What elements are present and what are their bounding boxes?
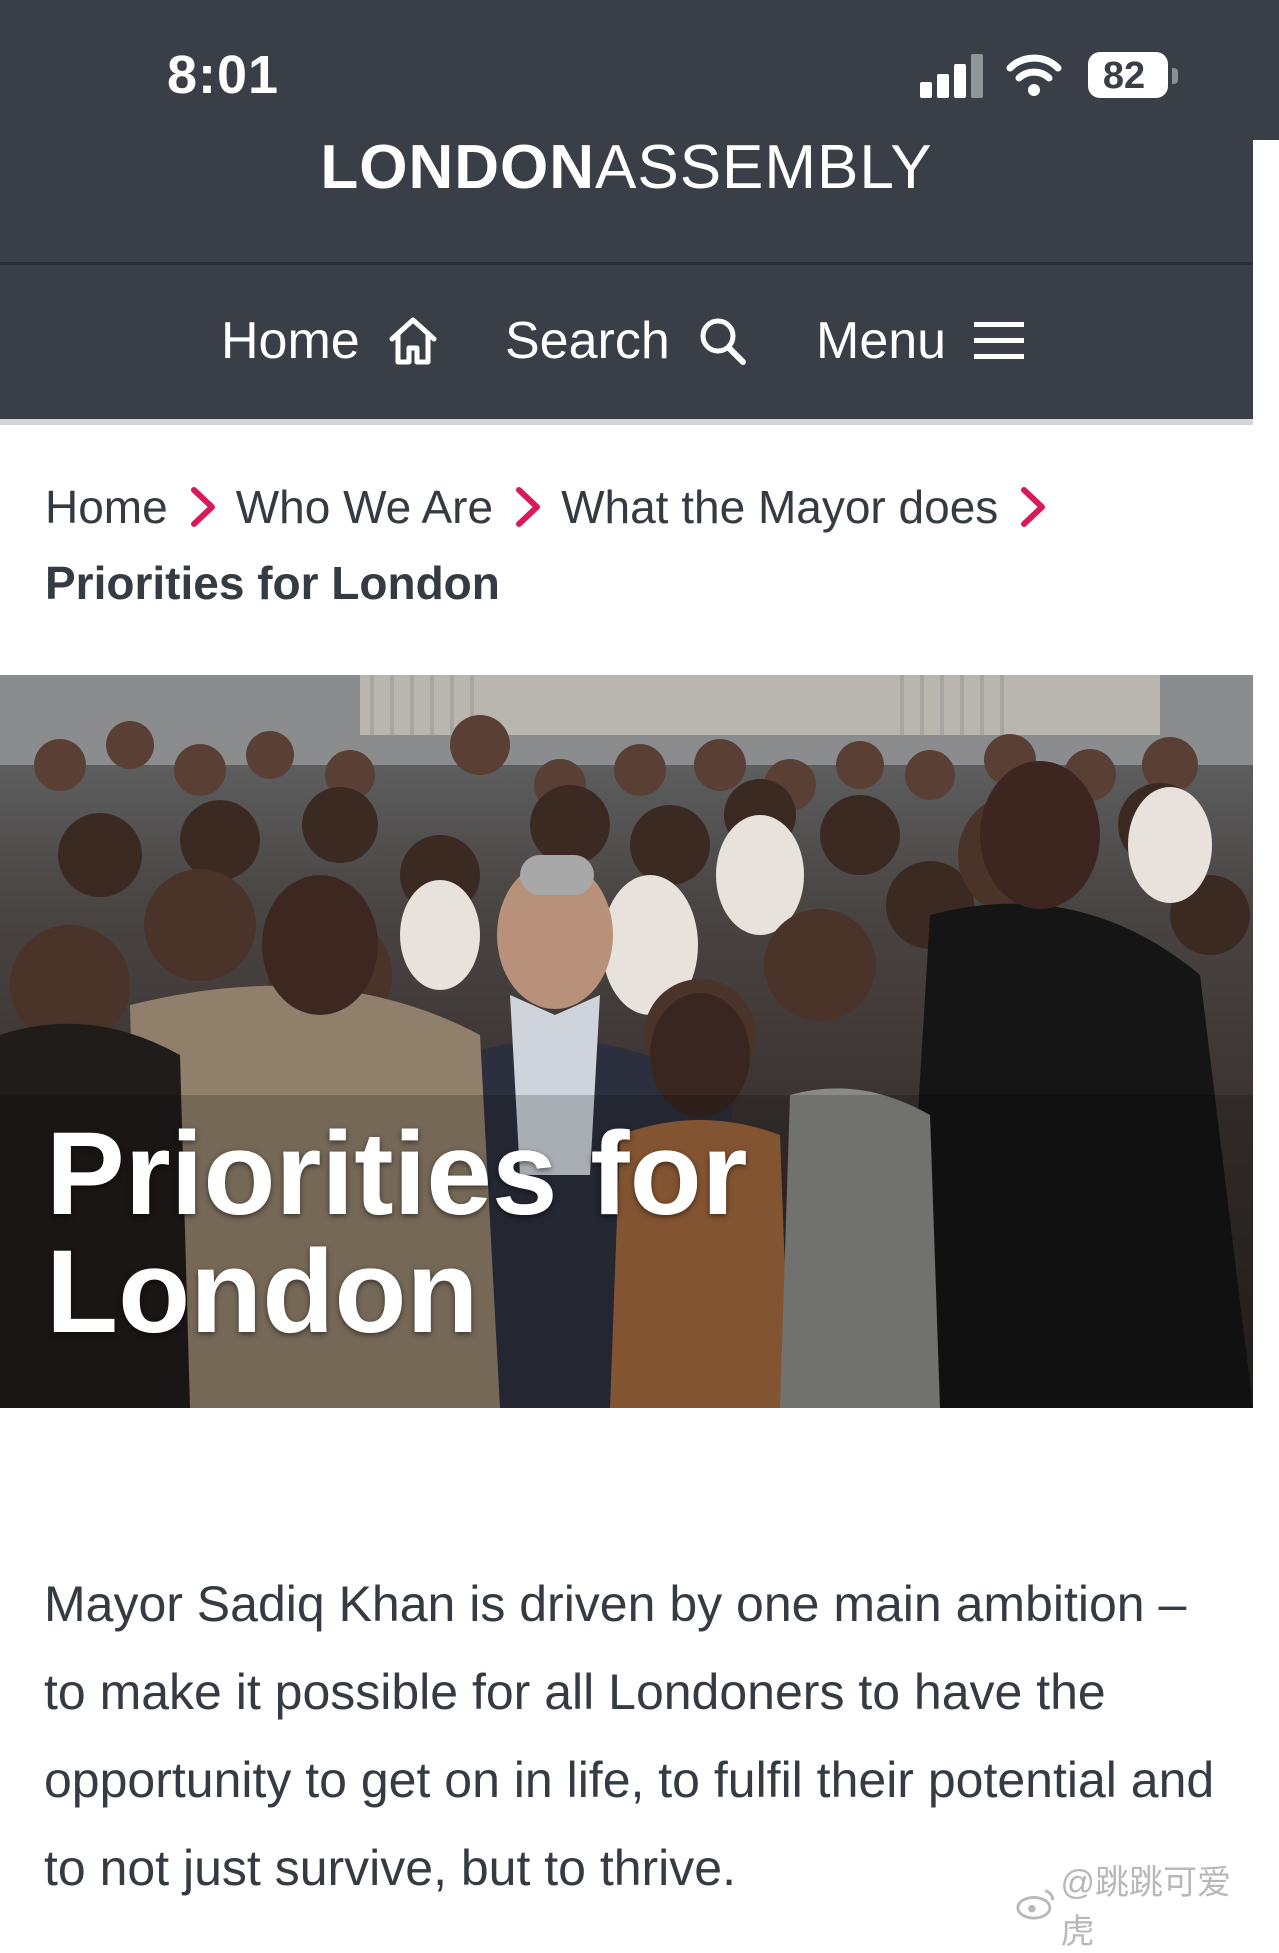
chevron-right-icon — [1021, 487, 1046, 527]
hero-title: Priorities for London — [46, 1115, 866, 1351]
nav-home-button[interactable]: Home — [221, 311, 438, 371]
watermark: @跳跳可爱虎 — [1015, 1855, 1253, 1953]
hero-banner: Priorities for London — [0, 675, 1253, 1408]
search-icon — [700, 318, 746, 365]
nav-menu-label: Menu — [816, 312, 947, 370]
signal-icon — [920, 52, 988, 98]
right-edge-top — [1253, 0, 1279, 140]
battery-icon: 82 — [1088, 52, 1168, 98]
nav-search-label: Search — [505, 312, 670, 370]
breadcrumb-home[interactable]: Home — [45, 480, 168, 534]
breadcrumb-what-the-mayor-does[interactable]: What the Mayor does — [561, 480, 998, 534]
site-logo[interactable]: LONDONASSEMBLY — [0, 132, 1253, 203]
breadcrumb-current: Priorities for London — [45, 557, 500, 609]
main-nav: Home Search Menu — [0, 265, 1253, 425]
nav-search-button[interactable]: Search — [505, 311, 748, 371]
page: 8:01 82 LONDONASSEMBLY Home Search Menu … — [0, 0, 1253, 1951]
hero-title-line1: Priorities for — [46, 1108, 748, 1240]
breadcrumb-trail: Home Who We Are What the Mayor does — [45, 480, 1225, 534]
home-icon — [389, 317, 437, 365]
hamburger-icon — [974, 322, 1025, 359]
status-time: 8:01 — [167, 45, 280, 105]
right-edge — [1253, 0, 1279, 1908]
nav-home-label: Home — [221, 312, 360, 370]
breadcrumb-who-we-are[interactable]: Who We Are — [236, 480, 493, 534]
chevron-right-icon — [516, 487, 541, 527]
battery-tip — [1172, 68, 1178, 84]
weibo-icon — [1016, 1889, 1055, 1920]
watermark-text: @跳跳可爱虎 — [1060, 1864, 1231, 1951]
logo-bold: LONDON — [320, 133, 595, 202]
hero-title-line2: London — [46, 1226, 479, 1358]
site-header: 8:01 82 LONDONASSEMBLY — [0, 0, 1253, 265]
logo-light: ASSEMBLY — [595, 133, 933, 202]
wifi-icon — [1006, 54, 1062, 96]
battery-level: 82 — [1102, 55, 1146, 97]
breadcrumb: Home Who We Are What the Mayor does Prio… — [45, 480, 1225, 610]
nav-menu-button[interactable]: Menu — [816, 311, 1025, 371]
chevron-right-icon — [190, 487, 215, 527]
